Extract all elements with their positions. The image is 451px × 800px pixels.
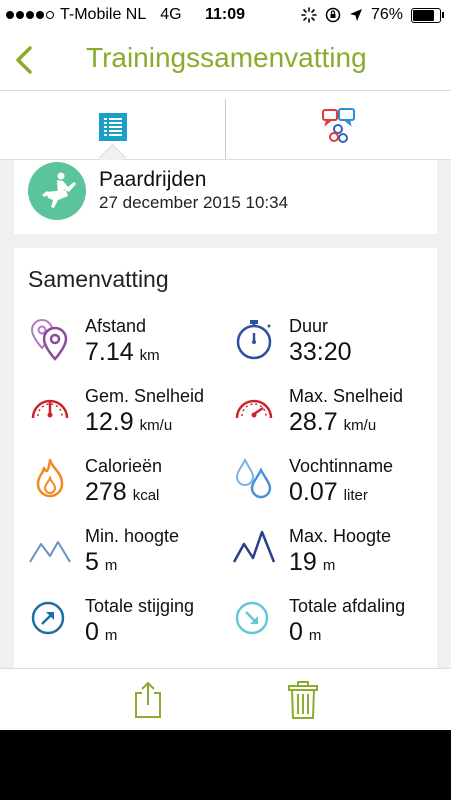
activity-date: 27 december 2015 10:34 (99, 193, 289, 212)
status-bar: T-Mobile NL 4G 11:09 76% (0, 0, 451, 30)
delete-button[interactable] (283, 679, 323, 721)
horse-rider-icon (28, 162, 86, 220)
bottom-toolbar (0, 668, 451, 731)
stat-value: 0 (85, 618, 99, 646)
stat-avg-speed: Gem. Snelheid 12.9 km/u (28, 386, 228, 446)
arrow-down-right-circle-icon (235, 601, 269, 635)
location-pins-icon (30, 318, 68, 361)
stat-total-descent: Totale afdaling 0m (232, 596, 432, 656)
trash-icon (288, 681, 318, 719)
clock: 11:09 (205, 6, 246, 23)
chevron-left-icon (16, 46, 32, 74)
page-title: Trainingssamenvatting (86, 42, 367, 73)
speedometer-max-icon (235, 399, 273, 419)
stat-calories: Calorieën 278 kcal (28, 456, 228, 516)
stat-label: Totale stijging (85, 596, 195, 616)
stat-value: 5 (85, 548, 99, 576)
stat-unit: km/u (139, 417, 173, 434)
stat-unit: km/u (343, 417, 377, 434)
stat-value: 19 (289, 548, 317, 576)
stat-unit: m (322, 557, 336, 574)
stat-label: Min. hoogte (85, 526, 180, 546)
signal-strength-icon (6, 11, 54, 19)
stat-unit: kcal (132, 487, 160, 504)
carrier-label: T-Mobile NL (60, 6, 147, 23)
share-button[interactable] (128, 679, 168, 721)
stat-hydration: Vochtinname 0.07 liter (232, 456, 432, 516)
location-arrow-icon (349, 9, 362, 21)
stat-total-ascent: Totale stijging 0m (28, 596, 228, 656)
list-icon (99, 113, 127, 141)
stat-label: Gem. Snelheid (85, 386, 205, 406)
stat-label: Afstand (85, 316, 147, 336)
stat-label: Max. Snelheid (289, 386, 404, 406)
stat-value: 0.07 (289, 478, 338, 506)
stat-label: Calorieën (85, 456, 163, 476)
stat-value: 12.9 (85, 408, 134, 436)
arrow-up-right-circle-icon (31, 601, 65, 635)
tab-bar (0, 91, 451, 171)
flame-icon (36, 458, 64, 498)
activity-name: Paardrijden (99, 168, 207, 191)
stat-unit: m (308, 627, 322, 644)
battery-percentage: 76% (370, 6, 403, 23)
activity-card: Paardrijden 27 december 2015 10:34 (14, 160, 437, 234)
share-icon (135, 681, 161, 718)
screen-bottom-area (0, 730, 451, 800)
mountains-low-icon (29, 541, 71, 563)
stat-value: 28.7 (289, 408, 338, 436)
rotation-lock-icon (325, 7, 341, 23)
stat-value: 7.14 (85, 338, 134, 366)
stat-distance: Afstand 7.14 km (28, 316, 228, 376)
tab-comments[interactable] (226, 91, 451, 159)
stat-value: 278 (85, 478, 127, 506)
stat-min-altitude: Min. hoogte 5m (28, 526, 228, 586)
loading-icon (301, 7, 317, 23)
stat-label: Totale afdaling (289, 596, 406, 616)
stat-value: 33:20 (289, 338, 352, 366)
summary-title: Samenvatting (28, 266, 169, 292)
network-label: 4G (160, 6, 182, 23)
stat-duration: Duur 33:20 (232, 316, 432, 376)
stat-label: Vochtinname (289, 456, 394, 476)
tab-summary[interactable] (0, 91, 225, 171)
stat-max-altitude: Max. Hoogte 19 m (232, 526, 432, 586)
stat-label: Max. Hoogte (289, 526, 392, 546)
stat-label: Duur (289, 316, 329, 336)
stat-unit: m (104, 557, 118, 574)
speedometer-avg-icon (31, 399, 69, 419)
stat-unit: m (104, 627, 118, 644)
stat-unit: liter (343, 487, 368, 504)
summary-card: Samenvatting Afstand 7.14 km Duur 33:20 (14, 248, 437, 668)
mountains-high-icon (232, 530, 276, 563)
navigation-bar: Trainingssamenvatting (0, 30, 451, 91)
back-button[interactable] (8, 38, 48, 82)
stat-value: 0 (289, 618, 303, 646)
stopwatch-icon (236, 320, 272, 360)
stat-unit: km (139, 347, 160, 364)
battery-icon (411, 7, 444, 23)
stat-max-speed: Max. Snelheid 28.7 km/u (232, 386, 432, 446)
water-drops-icon (235, 457, 272, 499)
chat-bubbles-icon (322, 108, 355, 143)
